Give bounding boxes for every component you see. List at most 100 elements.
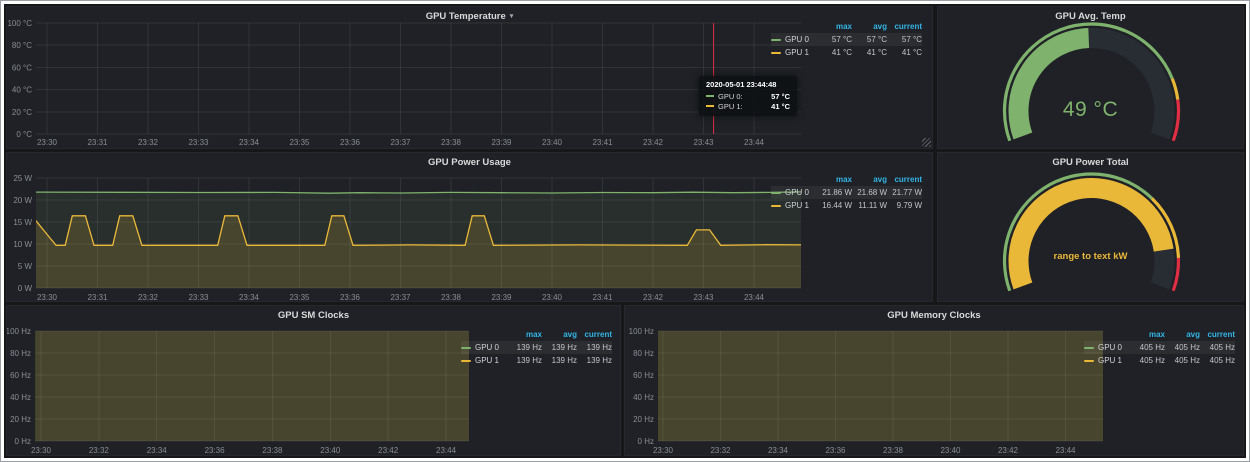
legend-column-header-avg[interactable]: avg: [542, 328, 577, 341]
legend-column-header-avg[interactable]: avg: [852, 173, 887, 186]
legend-value-max: 139 Hz: [507, 341, 542, 354]
panel-gpu-sm-clocks: GPU SM Clocks 0 Hz20 Hz40 Hz60 Hz80 Hz10…: [6, 305, 621, 456]
y-axis-tick-label: 40 Hz: [10, 393, 31, 402]
panel-title-gpu-avg-temp[interactable]: GPU Avg. Temp: [938, 9, 1243, 24]
legend-column-header-max[interactable]: max: [1130, 328, 1165, 341]
grafana-dashboard-screen: GPU Temperature▾ 0 °C20 °C40 °C60 °C80 °…: [0, 0, 1250, 462]
panel-title-text: GPU Power Usage: [428, 157, 511, 168]
legend-value-max: 21.86 W: [817, 186, 852, 199]
legend-header-row: maxavgcurrent: [771, 173, 922, 186]
tooltip-series-name: GPU 0:: [718, 92, 743, 101]
legend-column-header-current[interactable]: current: [1200, 328, 1235, 341]
tooltip-series-value: 41 °C: [763, 102, 790, 111]
x-axis-tick-label: 23:31: [87, 293, 108, 301]
legend-value-max: 139 Hz: [507, 354, 542, 367]
gpu-temperature-legend: maxavgcurrentGPU 057 °C57 °C57 °CGPU 141…: [771, 20, 922, 59]
panel-title-text: GPU Temperature: [426, 11, 506, 22]
panel-title-gpu-power-total[interactable]: GPU Power Total: [938, 155, 1243, 170]
x-axis-tick-label: 23:30: [37, 293, 58, 301]
gpu-avg-temp-gauge: [938, 7, 1243, 148]
x-axis-tick-label: 23:40: [320, 446, 341, 455]
legend-column-header-current[interactable]: current: [887, 20, 922, 33]
x-axis-tick-label: 23:34: [239, 138, 260, 147]
legend-value-avg: 41 °C: [852, 46, 887, 59]
legend-value-avg: 21.68 W: [852, 186, 887, 199]
legend-value-current: 139 Hz: [577, 354, 612, 367]
legend-column-header-max[interactable]: max: [817, 20, 852, 33]
legend-column-header-current[interactable]: current: [577, 328, 612, 341]
legend-value-avg: 139 Hz: [542, 354, 577, 367]
legend-column-header-max[interactable]: max: [817, 173, 852, 186]
legend-value-max: 57 °C: [817, 33, 852, 46]
graph-tooltip: 2020-05-01 23:44:48GPU 0:57 °CGPU 1:41 °…: [699, 76, 797, 116]
x-axis-tick-label: 23:38: [262, 446, 283, 455]
legend-series-toggle-gpu-1[interactable]: GPU 1: [771, 46, 817, 59]
y-axis-tick-label: 60 Hz: [10, 371, 31, 380]
y-axis-tick-label: 80 °C: [12, 41, 32, 50]
legend-row: GPU 141 °C41 °C41 °C: [771, 46, 922, 59]
gauge-value-power-total: range to text kW: [938, 251, 1243, 262]
x-axis-tick-label: 23:35: [289, 138, 310, 147]
x-axis-tick-label: 23:32: [138, 138, 159, 147]
legend-value-current: 405 Hz: [1200, 354, 1235, 367]
tooltip-timestamp: 2020-05-01 23:44:48: [706, 80, 790, 89]
x-axis-tick-label: 23:34: [147, 446, 168, 455]
gpu-power-total-gauge: [938, 153, 1243, 301]
legend-row: GPU 116.44 W11.11 W9.79 W: [771, 199, 922, 212]
y-axis-tick-label: 20 °C: [12, 108, 32, 117]
panel-title-gpu-sm-clocks[interactable]: GPU SM Clocks: [7, 308, 620, 323]
x-axis-tick-label: 23:36: [825, 446, 846, 455]
panel-resize-handle[interactable]: [922, 138, 931, 147]
y-axis-tick-label: 80 Hz: [633, 349, 654, 358]
legend-row: GPU 021.86 W21.68 W21.77 W: [771, 186, 922, 199]
panel-menu-caret-icon[interactable]: ▾: [510, 13, 514, 20]
x-axis-tick-label: 23:30: [653, 446, 674, 455]
x-axis-tick-label: 23:38: [441, 293, 462, 301]
legend-series-toggle-gpu-1[interactable]: GPU 1: [1084, 354, 1130, 367]
gauge-value-arc: [1019, 188, 1164, 286]
legend-value-max: 405 Hz: [1130, 354, 1165, 367]
x-axis-tick-label: 23:42: [378, 446, 399, 455]
x-axis-tick-label: 23:43: [693, 138, 714, 147]
y-axis-tick-label: 20 W: [13, 196, 32, 205]
legend-value-current: 139 Hz: [577, 341, 612, 354]
legend-series-toggle-gpu-0[interactable]: GPU 0: [771, 186, 817, 199]
legend-header-row: maxavgcurrent: [1084, 328, 1235, 341]
legend-value-avg: 57 °C: [852, 33, 887, 46]
x-axis-tick-label: 23:44: [744, 293, 765, 301]
y-axis-tick-label: 80 Hz: [10, 349, 31, 358]
legend-column-header-avg[interactable]: avg: [1165, 328, 1200, 341]
x-axis-tick-label: 23:44: [436, 446, 457, 455]
legend-column-header-max[interactable]: max: [507, 328, 542, 341]
legend-value-current: 57 °C: [887, 33, 922, 46]
x-axis-tick-label: 23:41: [592, 293, 613, 301]
panel-title-text: GPU Power Total: [1052, 157, 1128, 168]
panel-title-text: GPU Memory Clocks: [887, 310, 980, 321]
x-axis-tick-label: 23:36: [340, 138, 361, 147]
legend-series-toggle-gpu-0[interactable]: GPU 0: [461, 341, 507, 354]
x-axis-tick-label: 23:39: [491, 293, 512, 301]
x-axis-tick-label: 23:42: [643, 138, 664, 147]
legend-series-toggle-gpu-0[interactable]: GPU 0: [1084, 341, 1130, 354]
series-color-dash-icon: [706, 95, 714, 97]
series-color-dash-icon: [1084, 360, 1094, 362]
legend-series-toggle-gpu-1[interactable]: GPU 1: [461, 354, 507, 367]
panel-title-gpu-power-usage[interactable]: GPU Power Usage: [7, 155, 932, 170]
x-axis-tick-label: 23:37: [390, 138, 411, 147]
x-axis-tick-label: 23:41: [592, 138, 613, 147]
legend-column-header-avg[interactable]: avg: [852, 20, 887, 33]
gpu-power-usage-legend: maxavgcurrentGPU 021.86 W21.68 W21.77 WG…: [771, 173, 922, 212]
legend-column-header-current[interactable]: current: [887, 173, 922, 186]
gpu-sm-clocks-legend: maxavgcurrentGPU 0139 Hz139 Hz139 HzGPU …: [461, 328, 612, 367]
legend-series-toggle-gpu-1[interactable]: GPU 1: [771, 199, 817, 212]
panel-title-gpu-memory-clocks[interactable]: GPU Memory Clocks: [625, 308, 1243, 323]
series-area-gpu-1: [657, 306, 1108, 441]
legend-value-max: 405 Hz: [1130, 341, 1165, 354]
panel-gpu-temperature: GPU Temperature▾ 0 °C20 °C40 °C60 °C80 °…: [6, 6, 933, 149]
x-axis-tick-label: 23:30: [37, 138, 58, 147]
legend-value-avg: 11.11 W: [852, 199, 887, 212]
legend-series-toggle-gpu-0[interactable]: GPU 0: [771, 33, 817, 46]
legend-row: GPU 0405 Hz405 Hz405 Hz: [1084, 341, 1235, 354]
legend-value-avg: 405 Hz: [1165, 341, 1200, 354]
y-axis-tick-label: 60 Hz: [633, 371, 654, 380]
